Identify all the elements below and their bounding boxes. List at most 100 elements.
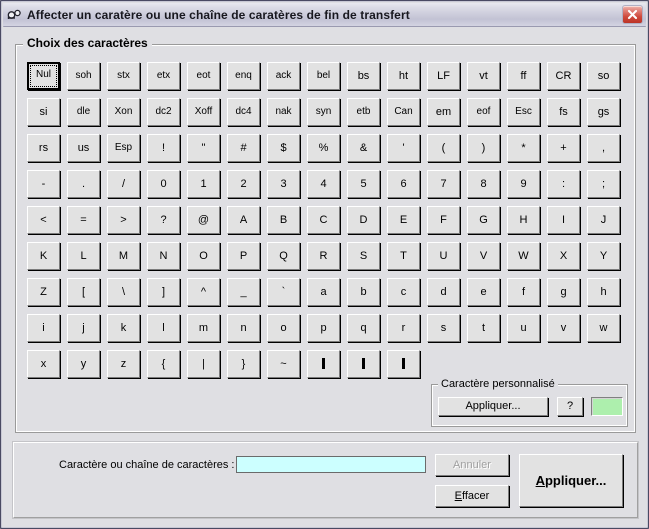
character-key[interactable] — [387, 350, 420, 378]
character-key[interactable]: y — [67, 350, 100, 378]
character-key[interactable]: enq — [227, 62, 260, 90]
character-key[interactable]: N — [147, 242, 180, 270]
character-key[interactable]: f — [507, 278, 540, 306]
character-key[interactable]: ~ — [267, 350, 300, 378]
character-key[interactable] — [347, 350, 380, 378]
character-key[interactable]: Nul — [27, 62, 60, 90]
character-key[interactable]: & — [347, 134, 380, 162]
character-key[interactable]: 9 — [507, 170, 540, 198]
character-key[interactable]: 8 — [467, 170, 500, 198]
character-key[interactable]: 0 — [147, 170, 180, 198]
character-key[interactable]: l — [147, 314, 180, 342]
character-key[interactable]: 2 — [227, 170, 260, 198]
character-key[interactable]: S — [347, 242, 380, 270]
character-key[interactable]: D — [347, 206, 380, 234]
character-key[interactable]: K — [27, 242, 60, 270]
character-key[interactable]: nak — [267, 98, 300, 126]
character-key[interactable]: ff — [507, 62, 540, 90]
character-key[interactable]: r — [387, 314, 420, 342]
character-key[interactable]: dle — [67, 98, 100, 126]
character-key[interactable]: * — [507, 134, 540, 162]
character-key[interactable]: ^ — [187, 278, 220, 306]
character-key[interactable]: p — [307, 314, 340, 342]
character-key[interactable]: \ — [107, 278, 140, 306]
erase-button[interactable]: Effacer — [435, 485, 509, 507]
character-key[interactable]: stx — [107, 62, 140, 90]
character-key[interactable]: Can — [387, 98, 420, 126]
character-key[interactable]: s — [427, 314, 460, 342]
character-key[interactable]: LF — [427, 62, 460, 90]
character-key[interactable]: etb — [347, 98, 380, 126]
character-key[interactable]: . — [67, 170, 100, 198]
character-key[interactable]: so — [587, 62, 620, 90]
character-key[interactable]: u — [507, 314, 540, 342]
character-key[interactable]: : — [547, 170, 580, 198]
character-key[interactable]: ' — [387, 134, 420, 162]
character-key[interactable]: z — [107, 350, 140, 378]
character-key[interactable]: , — [587, 134, 620, 162]
character-key[interactable]: < — [27, 206, 60, 234]
character-key[interactable]: e — [467, 278, 500, 306]
close-icon[interactable] — [622, 5, 643, 24]
character-key[interactable]: soh — [67, 62, 100, 90]
character-key[interactable]: I — [547, 206, 580, 234]
character-key[interactable]: w — [587, 314, 620, 342]
character-key[interactable]: k — [107, 314, 140, 342]
character-key[interactable]: Z — [27, 278, 60, 306]
character-key[interactable]: U — [427, 242, 460, 270]
character-key[interactable]: M — [107, 242, 140, 270]
character-key[interactable]: @ — [187, 206, 220, 234]
help-button[interactable]: ? — [557, 397, 583, 416]
character-key[interactable]: Esc — [507, 98, 540, 126]
character-key[interactable]: ` — [267, 278, 300, 306]
character-key[interactable]: Q — [267, 242, 300, 270]
apply-custom-button[interactable]: Appliquer... — [438, 397, 548, 416]
character-key[interactable]: L — [67, 242, 100, 270]
character-key[interactable]: = — [67, 206, 100, 234]
character-key[interactable]: t — [467, 314, 500, 342]
character-key[interactable]: E — [387, 206, 420, 234]
character-key[interactable] — [307, 350, 340, 378]
character-key[interactable]: J — [587, 206, 620, 234]
character-key[interactable]: si — [27, 98, 60, 126]
character-key[interactable]: ack — [267, 62, 300, 90]
character-key[interactable]: fs — [547, 98, 580, 126]
character-key[interactable]: X — [547, 242, 580, 270]
character-key[interactable]: 5 — [347, 170, 380, 198]
character-key[interactable]: $ — [267, 134, 300, 162]
character-key[interactable]: us — [67, 134, 100, 162]
character-key[interactable]: G — [467, 206, 500, 234]
character-key[interactable]: bs — [347, 62, 380, 90]
apply-button[interactable]: Appliquer... — [519, 454, 623, 507]
character-key[interactable]: etx — [147, 62, 180, 90]
character-key[interactable]: a — [307, 278, 340, 306]
character-key[interactable]: | — [187, 350, 220, 378]
character-key[interactable]: } — [227, 350, 260, 378]
character-key[interactable]: 4 — [307, 170, 340, 198]
character-key[interactable]: g — [547, 278, 580, 306]
character-key[interactable]: x — [27, 350, 60, 378]
character-key[interactable]: > — [107, 206, 140, 234]
character-key[interactable]: b — [347, 278, 380, 306]
character-key[interactable]: _ — [227, 278, 260, 306]
character-key[interactable]: Y — [587, 242, 620, 270]
character-key[interactable]: + — [547, 134, 580, 162]
character-key[interactable]: gs — [587, 98, 620, 126]
character-key[interactable]: ] — [147, 278, 180, 306]
character-key[interactable]: m — [187, 314, 220, 342]
character-key[interactable]: h — [587, 278, 620, 306]
character-key[interactable]: o — [267, 314, 300, 342]
character-key[interactable]: A — [227, 206, 260, 234]
character-string-input[interactable] — [236, 456, 426, 473]
character-key[interactable]: dc2 — [147, 98, 180, 126]
character-key[interactable]: Xon — [107, 98, 140, 126]
character-key[interactable]: CR — [547, 62, 580, 90]
character-key[interactable]: O — [187, 242, 220, 270]
character-key[interactable]: Esp — [107, 134, 140, 162]
character-key[interactable]: i — [27, 314, 60, 342]
character-key[interactable]: - — [27, 170, 60, 198]
character-key[interactable]: T — [387, 242, 420, 270]
character-key[interactable]: W — [507, 242, 540, 270]
character-key[interactable]: ? — [147, 206, 180, 234]
character-key[interactable]: Xoff — [187, 98, 220, 126]
